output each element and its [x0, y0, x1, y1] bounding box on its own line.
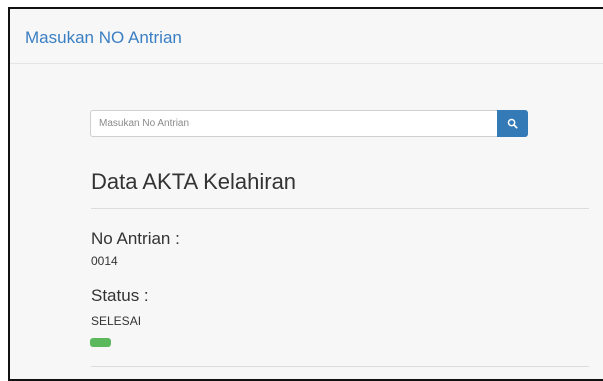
- antrian-label: No Antrian :: [91, 229, 180, 248]
- search-button[interactable]: [497, 110, 528, 137]
- app-window: Masukan NO Antrian Data AKTA Kelahiran N…: [8, 7, 603, 381]
- section-title: Data AKTA Kelahiran: [91, 169, 297, 194]
- status-label: Status :: [91, 286, 149, 305]
- search-input[interactable]: [90, 110, 497, 137]
- status-badge: [90, 338, 111, 347]
- search-group: [90, 110, 528, 137]
- status-value: SELESAI: [91, 314, 142, 328]
- search-icon: [507, 118, 518, 129]
- section-divider: [91, 208, 589, 209]
- panel-title: Masukan NO Antrian: [25, 28, 182, 47]
- antrian-value: 0014: [91, 254, 118, 268]
- panel-heading: Masukan NO Antrian: [10, 9, 603, 64]
- bottom-divider: [91, 366, 589, 367]
